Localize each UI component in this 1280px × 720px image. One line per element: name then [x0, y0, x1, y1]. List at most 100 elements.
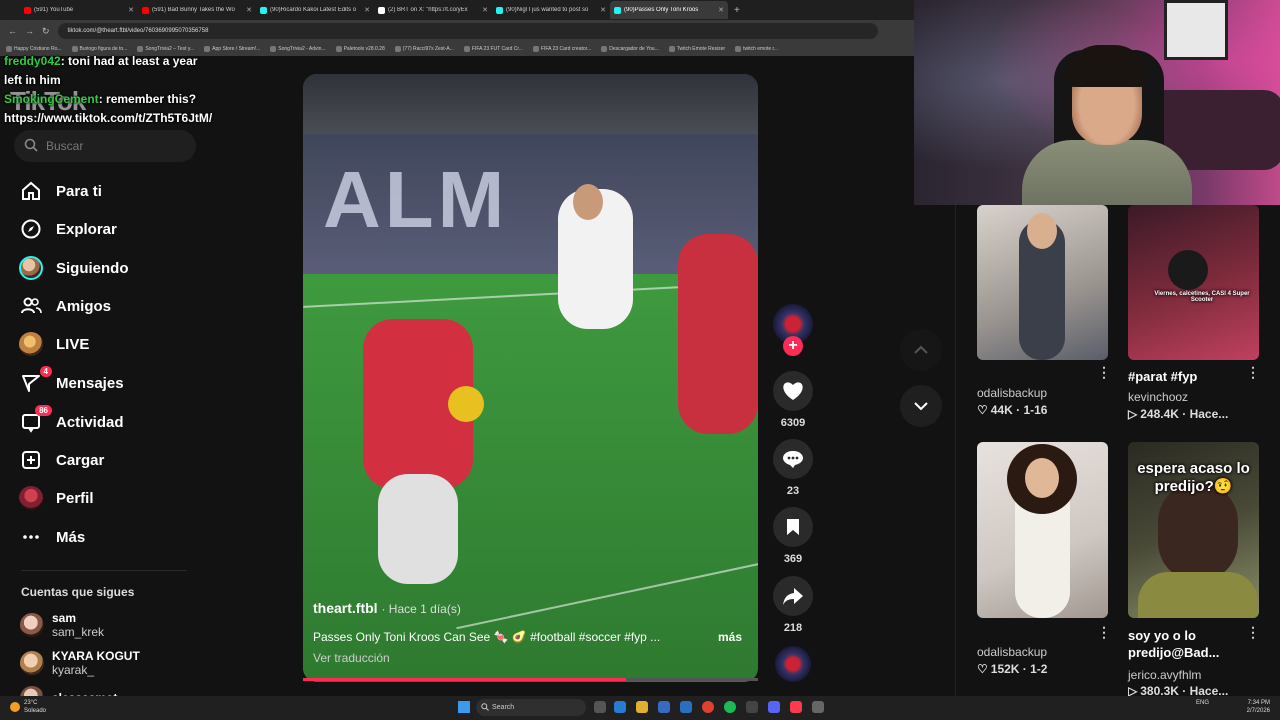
save-action[interactable]: 369: [773, 507, 813, 565]
taskbar-search[interactable]: Search: [476, 699, 586, 716]
video-author[interactable]: theart.ftbl · Hace 1 día(s): [313, 600, 461, 616]
sidebar-item-mensajes[interactable]: 4 Mensajes: [18, 365, 218, 401]
sidebar-item-actividad[interactable]: 86 Actividad: [18, 404, 218, 440]
feed-card-user[interactable]: kevinchooz: [1128, 390, 1188, 404]
browser-tab[interactable]: (2) BRT on X: "https://t.co/yEx ✕: [374, 1, 492, 19]
heart-icon[interactable]: [773, 371, 813, 411]
sidebar-item-explorar[interactable]: Explorar: [18, 211, 218, 247]
browser-tab[interactable]: (90)Ricardo Kakoi Latest Edits o ✕: [256, 1, 374, 19]
sidebar-item-mas[interactable]: Más: [18, 519, 218, 555]
bookmark[interactable]: SongTrivia2 - Advin...: [270, 46, 326, 52]
bookmark-icon[interactable]: [773, 507, 813, 547]
avatar: [20, 613, 44, 637]
sidebar-item-cargar[interactable]: Cargar: [18, 442, 218, 478]
next-video-button[interactable]: [900, 385, 942, 427]
feed-card-user[interactable]: jerico.avyfhlm: [1128, 668, 1201, 682]
following-account[interactable]: sam sam_krek: [20, 611, 104, 639]
browser-tab[interactable]: (591) YouTube ✕: [20, 1, 138, 19]
translate-link[interactable]: Ver traducción: [313, 651, 390, 665]
search-input[interactable]: Buscar: [14, 130, 196, 162]
feed-card-title[interactable]: soy yo o lo predijo@Bad...: [1128, 627, 1238, 661]
file-explorer-icon[interactable]: [636, 701, 648, 713]
more-options-icon[interactable]: ⋮: [1097, 364, 1111, 381]
music-disc[interactable]: [775, 646, 811, 682]
windows-start-icon[interactable]: [458, 701, 470, 713]
bookmark-label: FIFA 23 Card creator...: [540, 46, 592, 52]
feed-card-user[interactable]: odalisbackup: [977, 645, 1047, 659]
browser-tab[interactable]: (90)Nigl I jus wanted to post so ✕: [492, 1, 610, 19]
bookmark[interactable]: Descargador de You...: [601, 46, 659, 52]
sidebar-item-siguiendo[interactable]: Siguiendo: [18, 250, 218, 286]
feed-thumbnail[interactable]: Viernes, calcetines, CASI 4 Super Scoote…: [1128, 205, 1259, 360]
obs-icon[interactable]: [812, 701, 824, 713]
video-player[interactable]: ALM: [303, 74, 758, 682]
sidebar-item-amigos[interactable]: Amigos: [18, 288, 218, 324]
close-icon[interactable]: ✕: [128, 6, 134, 14]
comment-icon[interactable]: [773, 439, 813, 479]
bookmark-icon: [394, 46, 401, 52]
task-view-icon[interactable]: [594, 701, 606, 713]
more-options-icon[interactable]: ⋮: [1097, 624, 1111, 641]
share-action[interactable]: 218: [773, 576, 813, 634]
bookmark[interactable]: FIFA 23 FUT Card Cr...: [463, 46, 523, 52]
video-author-name[interactable]: theart.ftbl: [313, 600, 378, 616]
close-icon[interactable]: ✕: [718, 6, 724, 14]
youtube-icon: [142, 6, 149, 14]
x-icon: [378, 6, 385, 14]
feed-card-user[interactable]: odalisbackup: [977, 386, 1047, 400]
taskbar-clock[interactable]: 7:34 PM 2/7/2026: [1247, 699, 1270, 715]
weather-widget[interactable]: 23°C Soleado: [10, 699, 46, 715]
browser-tab[interactable]: (591) Bad Bunny Takes the Wo ✕: [138, 1, 256, 19]
bookmark[interactable]: FIFA 23 Card creator...: [532, 46, 592, 52]
video-progress-fill: [303, 678, 627, 681]
video-progress[interactable]: [303, 678, 758, 681]
language-indicator[interactable]: ENG: [1196, 700, 1209, 706]
following-account[interactable]: KYARA KOGUT kyarak_: [20, 649, 140, 677]
more-icon: [18, 524, 44, 550]
more-options-icon[interactable]: ⋮: [1246, 364, 1260, 381]
account-name: sam: [52, 611, 77, 625]
music-icon[interactable]: [790, 701, 802, 713]
close-icon[interactable]: ✕: [600, 6, 606, 14]
like-action[interactable]: 6309: [773, 371, 813, 429]
close-icon[interactable]: ✕: [364, 6, 370, 14]
back-icon[interactable]: ←: [8, 26, 17, 36]
bookmark[interactable]: App Store / Stream!...: [204, 46, 260, 52]
close-icon[interactable]: ✕: [482, 6, 488, 14]
new-tab-button[interactable]: +: [734, 5, 740, 16]
close-icon[interactable]: ✕: [246, 6, 252, 14]
edge-icon[interactable]: [614, 701, 626, 713]
feed-thumbnail[interactable]: espera acaso lo predijo?🤨: [1128, 442, 1259, 618]
forward-icon[interactable]: →: [25, 26, 34, 36]
caption-more-link[interactable]: más: [718, 630, 742, 644]
bookmark[interactable]: (77) Racci97s Zest-A...: [394, 46, 454, 52]
steam-icon[interactable]: [746, 701, 758, 713]
bookmark[interactable]: Twitch Emote Resizer: [668, 46, 725, 52]
browser-tab-active[interactable]: (90)Passes Only Toni Kroos ✕: [610, 1, 728, 19]
bookmark[interactable]: twitch emote r...: [735, 46, 778, 52]
url-field[interactable]: tiktok.com/@theart.ftbl/video/7603690995…: [57, 23, 878, 39]
reload-icon[interactable]: ↻: [42, 26, 50, 37]
comment-action[interactable]: 23: [773, 439, 813, 497]
sidebar-item-para-ti[interactable]: Para ti: [18, 173, 218, 209]
save-count: 369: [783, 553, 803, 565]
spotify-icon[interactable]: [724, 701, 736, 713]
store-icon[interactable]: [658, 701, 670, 713]
discord-icon[interactable]: [768, 701, 780, 713]
sidebar-item-live[interactable]: LIVE: [18, 326, 218, 362]
feed-thumbnail[interactable]: [977, 442, 1108, 618]
bookmark[interactable]: Paletools v28.0.28: [335, 46, 385, 52]
chrome-icon[interactable]: [702, 701, 714, 713]
follow-button[interactable]: +: [783, 336, 803, 356]
feed-divider: [955, 205, 956, 696]
sidebar-item-perfil[interactable]: Perfil: [18, 480, 218, 516]
thumbnail-body: [1138, 572, 1258, 618]
account-handle: sam_krek: [52, 625, 105, 639]
mail-icon[interactable]: [680, 701, 692, 713]
more-options-icon[interactable]: ⋮: [1246, 624, 1260, 641]
feed-thumbnail[interactable]: [977, 205, 1108, 360]
previous-video-button[interactable]: [900, 329, 942, 371]
feed-card-title[interactable]: #parat #fyp: [1128, 368, 1197, 385]
share-icon[interactable]: [773, 576, 813, 616]
tiktok-icon: [260, 6, 267, 14]
